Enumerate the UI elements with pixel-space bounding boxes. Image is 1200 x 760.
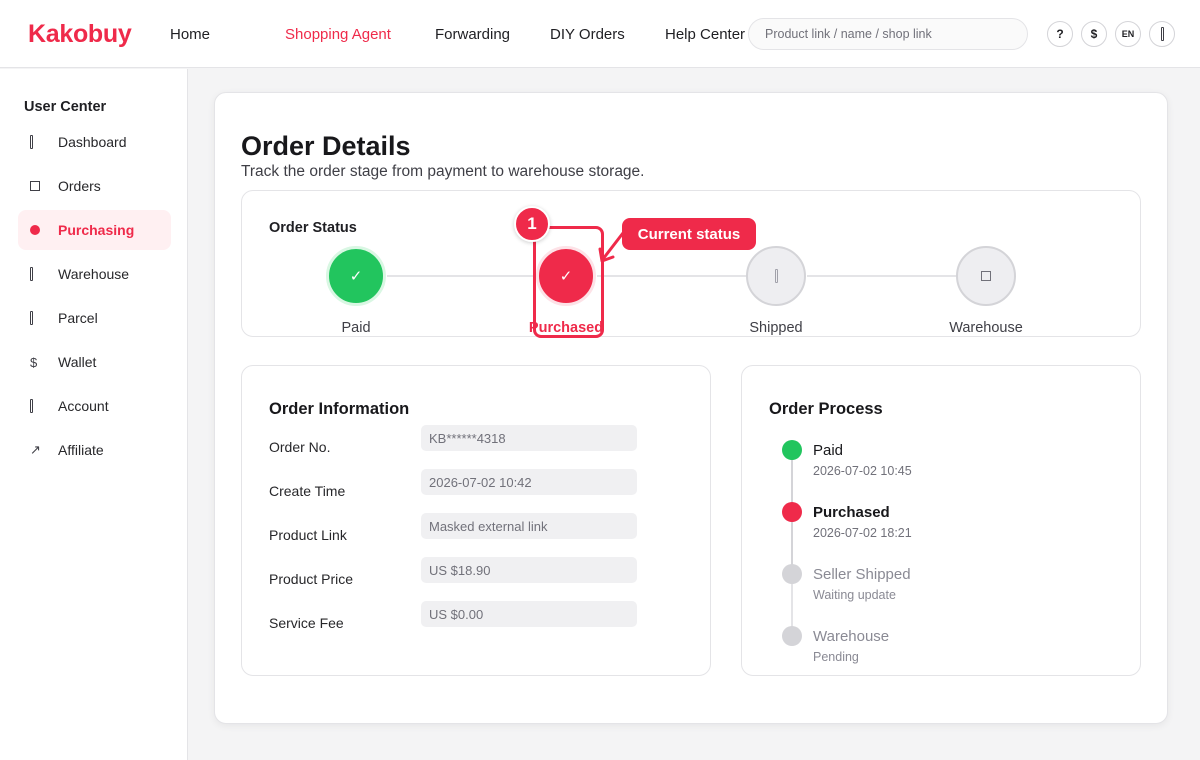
timeline-dot-paid <box>782 440 802 460</box>
sidebar-item-affiliate[interactable]: ↗ Affiliate <box>18 430 171 470</box>
orders-icon <box>30 181 58 191</box>
account-glyph <box>1160 27 1164 41</box>
product-link-value[interactable]: Masked external link <box>421 513 637 539</box>
sidebar-item-parcel[interactable]: Parcel <box>18 298 171 338</box>
order-no-label: Order No. <box>269 439 331 455</box>
sidebar-title: User Center <box>24 99 107 115</box>
nav-home[interactable]: Home <box>170 26 210 43</box>
sidebar-item-wallet[interactable]: $ Wallet <box>18 342 171 382</box>
timeline-dot-warehouse <box>782 626 802 646</box>
current-status-highlight <box>533 226 604 338</box>
search-input[interactable] <box>748 18 1028 50</box>
step-paid-check-icon: ✓ <box>326 246 386 306</box>
create-time-label: Create Time <box>269 483 346 499</box>
timeline-date-seller-shipped: Waiting update <box>813 588 896 602</box>
product-price-value: US $18.90 <box>421 557 637 583</box>
sidebar-item-label: Wallet <box>58 354 97 370</box>
timeline-title-purchased: Purchased <box>813 504 890 521</box>
step-connector <box>807 275 957 277</box>
timeline-title-seller-shipped: Seller Shipped <box>813 566 911 583</box>
service-fee-value: US $0.00 <box>421 601 637 627</box>
order-process-title: Order Process <box>769 400 883 418</box>
timeline-date-paid: 2026-07-02 10:45 <box>813 464 912 478</box>
order-no-value: KB******4318 <box>421 425 637 451</box>
nav-shopping-agent[interactable]: Shopping Agent <box>285 26 391 43</box>
timeline-title-warehouse: Warehouse <box>813 628 890 645</box>
step-connector <box>597 275 747 277</box>
account-icon <box>30 399 58 413</box>
timeline-title-paid: Paid <box>813 442 844 459</box>
affiliate-icon: ↗ <box>30 442 41 457</box>
sidebar: User Center Dashboard Orders Purchasing … <box>0 69 188 760</box>
account-icon[interactable] <box>1149 21 1175 47</box>
sidebar-item-account[interactable]: Account <box>18 386 171 426</box>
purchasing-icon <box>30 225 58 235</box>
timeline-date-warehouse: Pending <box>813 650 859 664</box>
current-status-callout: Current status <box>622 218 756 250</box>
timeline-date-purchased: 2026-07-02 18:21 <box>813 526 912 540</box>
step-shipped-icon <box>746 246 806 306</box>
sidebar-item-label: Warehouse <box>58 266 130 282</box>
sidebar-item-warehouse[interactable]: Warehouse <box>18 254 171 294</box>
sidebar-item-orders[interactable]: Orders <box>18 166 171 206</box>
check-icon: ✓ <box>349 268 363 285</box>
sidebar-item-label: Parcel <box>58 310 98 326</box>
service-fee-label: Service Fee <box>269 615 344 631</box>
help-icon[interactable]: ? <box>1047 21 1073 47</box>
callout-arrow-icon <box>598 231 625 263</box>
sidebar-item-label: Dashboard <box>58 134 127 150</box>
step-warehouse-icon <box>956 246 1016 306</box>
currency-icon[interactable]: $ <box>1081 21 1107 47</box>
sidebar-item-dashboard[interactable]: Dashboard <box>18 122 171 162</box>
timeline-dot-seller-shipped <box>782 564 802 584</box>
brand-logo[interactable]: Kakobuy <box>28 20 132 49</box>
dashboard-icon <box>30 135 58 149</box>
wallet-icon: $ <box>30 354 38 370</box>
language-button-label: EN <box>1121 29 1135 39</box>
nav-diy-orders[interactable]: DIY Orders <box>550 26 625 43</box>
step-label-warehouse: Warehouse <box>949 320 1023 336</box>
order-status-panel: Order Status ✓ ✓ Paid Purchased Shipped … <box>241 190 1141 337</box>
warehouse-icon <box>30 267 58 281</box>
nav-forwarding[interactable]: Forwarding <box>435 26 510 43</box>
sidebar-item-label: Purchasing <box>58 222 135 238</box>
parcel-icon <box>30 311 58 325</box>
sidebar-item-label: Account <box>58 398 109 414</box>
top-bar: Kakobuy Home Shopping Agent Forwarding D… <box>0 0 1200 68</box>
order-details-card: Order Details Track the order stage from… <box>214 92 1168 724</box>
page-title: Order Details <box>241 131 411 161</box>
order-information-title: Order Information <box>269 400 410 418</box>
annotation-number-badge: 1 <box>514 206 550 242</box>
order-status-title: Order Status <box>269 220 357 236</box>
product-link-label: Product Link <box>269 527 347 543</box>
currency-button-label: $ <box>1090 27 1098 41</box>
order-information-panel: Order Information Order No. KB******4318… <box>241 365 711 676</box>
sidebar-item-label: Orders <box>58 178 101 194</box>
page-subtitle: Track the order stage from payment to wa… <box>241 163 645 180</box>
create-time-value: 2026-07-02 10:42 <box>421 469 637 495</box>
product-price-label: Product Price <box>269 571 354 587</box>
help-button-label: ? <box>1056 27 1064 41</box>
timeline-dot-purchased <box>782 502 802 522</box>
sidebar-item-label: Affiliate <box>58 442 104 458</box>
sidebar-item-purchasing[interactable]: Purchasing <box>18 210 171 250</box>
step-label-paid: Paid <box>341 320 371 336</box>
step-connector <box>387 275 537 277</box>
step-label-shipped: Shipped <box>749 320 803 336</box>
nav-help-center[interactable]: Help Center <box>665 26 745 43</box>
language-icon[interactable]: EN <box>1115 21 1141 47</box>
order-process-panel: Order Process Paid 2026-07-02 10:45 Purc… <box>741 365 1141 676</box>
